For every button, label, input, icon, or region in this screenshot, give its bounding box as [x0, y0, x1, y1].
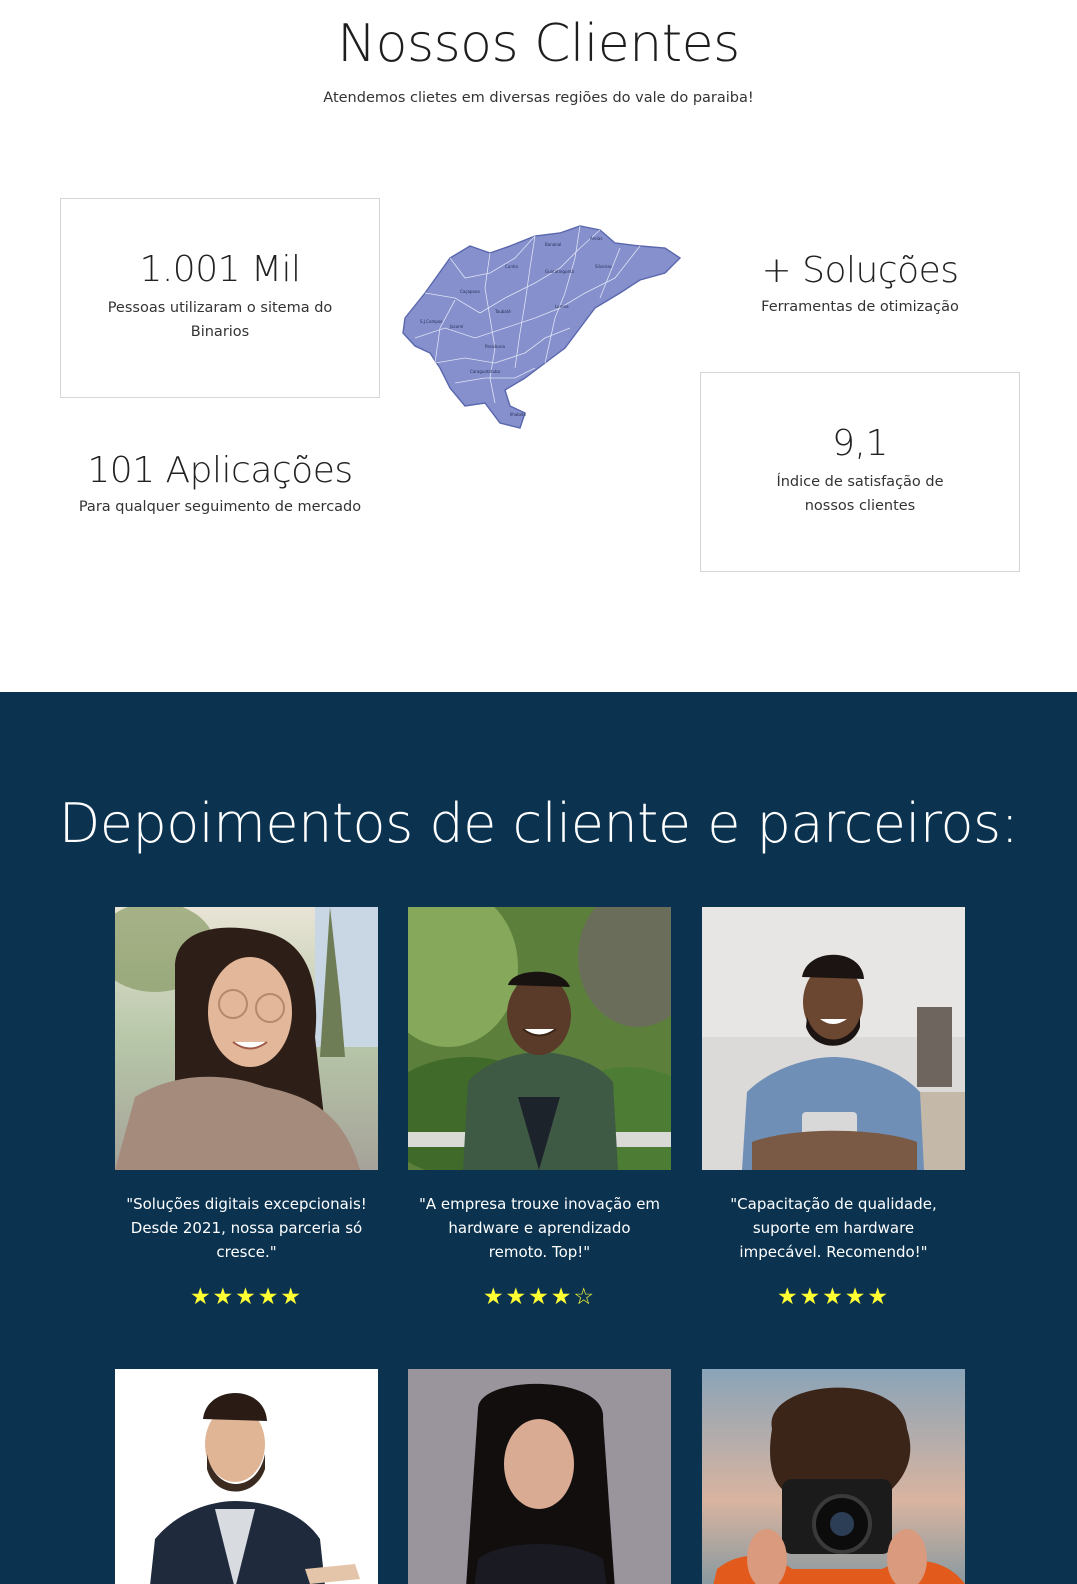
- client-photo: [408, 1369, 671, 1584]
- svg-text:Silveiras: Silveiras: [595, 264, 612, 269]
- client-photo: [702, 1369, 965, 1584]
- stat-applications-number: 101 Aplicações: [87, 450, 353, 491]
- svg-text:Bananal: Bananal: [545, 242, 561, 247]
- testimonial-card: "Soluções digitais excepcionais! Desde 2…: [115, 907, 378, 1310]
- stat-solutions-number: + Soluções: [761, 250, 959, 291]
- clients-subtitle: Atendemos clietes em diversas regiões do…: [323, 90, 754, 106]
- svg-text:Lorena: Lorena: [555, 304, 569, 309]
- client-photo: [408, 907, 671, 1170]
- testimonial-quote: "Capacitação de qualidade, suporte em ha…: [730, 1195, 937, 1261]
- testimonials-section: Depoimentos de cliente e parceiros: "Sol…: [0, 692, 1077, 1584]
- svg-text:Taubaté: Taubaté: [494, 309, 511, 314]
- testimonial-card: "Capacitação de qualidade, suporte em ha…: [702, 907, 965, 1310]
- svg-text:S.J.Campos: S.J.Campos: [420, 319, 442, 324]
- svg-text:Ilhabela: Ilhabela: [510, 412, 526, 417]
- testimonial-card: [702, 1369, 965, 1584]
- testimonial-card: [115, 1369, 378, 1584]
- rating-stars-icon: ★★★★☆: [482, 1284, 597, 1310]
- svg-text:Paraibuna: Paraibuna: [485, 344, 506, 349]
- testimonials-title: Depoimentos de cliente e parceiros:: [58, 792, 1019, 855]
- testimonial-card: "A empresa trouxe inovação em hardware e…: [408, 907, 671, 1310]
- rating-stars-icon: ★★★★★: [189, 1284, 304, 1310]
- stat-solutions-description: Ferramentas de otimização: [761, 299, 959, 315]
- client-photo: [115, 1369, 378, 1584]
- stat-solutions: + Soluções Ferramentas de otimização: [700, 250, 1020, 319]
- client-photo: [702, 907, 965, 1170]
- clients-title: Nossos Clientes: [337, 14, 740, 74]
- svg-text:Jacareí: Jacareí: [449, 324, 464, 329]
- stat-users-description: Pessoas utilizaram o sitema do Binarios: [107, 300, 333, 340]
- stat-satisfaction-card: 9,1 Índice de satisfação de nossos clien…: [700, 372, 1020, 572]
- svg-text:Guaratinguetá: Guaratinguetá: [545, 269, 575, 274]
- stat-satisfaction-description: Índice de satisfação de nossos clientes: [776, 474, 944, 514]
- testimonial-quote: "A empresa trouxe inovação em hardware e…: [418, 1195, 661, 1261]
- clients-section: Nossos Clientes Atendemos clietes em div…: [0, 0, 1077, 692]
- svg-text:Cunha: Cunha: [505, 264, 518, 269]
- stat-applications-description: Para qualquer seguimento de mercado: [78, 499, 362, 515]
- rating-stars-icon: ★★★★★: [776, 1284, 891, 1310]
- stat-applications: 101 Aplicações Para qualquer seguimento …: [60, 450, 380, 519]
- stat-users-number: 1.001 Mil: [139, 249, 301, 290]
- client-photo: [115, 907, 378, 1170]
- stat-users-card: 1.001 Mil Pessoas utilizaram o sitema do…: [60, 198, 380, 398]
- svg-text:Caçapava: Caçapava: [460, 289, 480, 294]
- testimonial-quote: "Soluções digitais excepcionais! Desde 2…: [126, 1195, 367, 1261]
- stat-satisfaction-number: 9,1: [832, 423, 888, 464]
- testimonial-card: [408, 1369, 671, 1584]
- svg-text:Caraguatatuba: Caraguatatuba: [470, 369, 501, 374]
- svg-text:Areias: Areias: [590, 236, 602, 241]
- region-map-icon: Bananal Areias Cunha Guaratinguetá Caçap…: [395, 218, 685, 438]
